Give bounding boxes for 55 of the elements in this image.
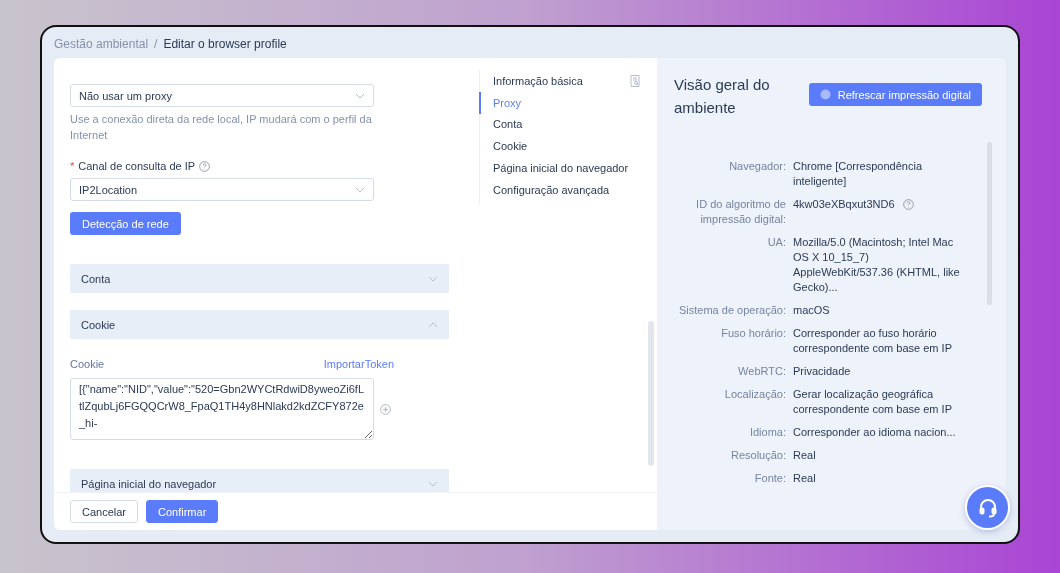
anchor-nav-item[interactable]: Página inicial do navegador (479, 157, 640, 179)
help-icon[interactable] (199, 160, 211, 172)
headset-icon (977, 497, 998, 518)
breadcrumb-separator: / (154, 36, 158, 51)
ip-channel-select[interactable]: IP2Location (70, 178, 374, 201)
overview-title: Visão geral do ambiente (674, 75, 771, 118)
network-detect-button[interactable]: Detecção de rede (70, 212, 181, 235)
info-label: Fuso horário: (720, 326, 786, 341)
chevron-down-icon (428, 480, 438, 487)
help-icon[interactable] (902, 199, 914, 210)
section-header[interactable]: Conta (70, 264, 449, 293)
chevron-down-icon (355, 186, 365, 193)
info-value: macOS (793, 303, 830, 318)
cookie-label: Cookie (70, 358, 105, 370)
anchor-nav-item[interactable]: Configuração avançada (479, 179, 640, 201)
chevron-down-icon (428, 275, 438, 282)
section-header[interactable]: Página inicial do navegador (70, 469, 449, 493)
anchor-nav-item[interactable]: Informação básica (479, 70, 640, 92)
info-value: Real (793, 471, 816, 486)
info-value: Privacidade (793, 364, 851, 379)
import-token-link[interactable]: ImportarToken (323, 358, 394, 370)
confirm-button[interactable]: Confirmar (146, 500, 219, 524)
proxy-type-select[interactable]: Não usar um proxy (70, 84, 374, 107)
info-value: Mozilla/5.0 (Macintosh; Intel Mac OS X 10_15_7) AppleWebKit/537.36 (KHTML, like Gecko)... (793, 235, 961, 295)
info-label: Resolução: (729, 448, 786, 463)
info-label: Sistema de operação: (678, 303, 786, 318)
info-value: 4kw03eXBqxut3ND6 (793, 197, 895, 212)
info-label: WebRTC: (737, 364, 786, 379)
document-search-icon[interactable] (630, 74, 640, 87)
info-label: Navegador: (728, 159, 786, 174)
proxy-hint: Use a conexão direta da rede local, IP mudará com o perfil da Internet (70, 112, 373, 143)
section-header[interactable]: Cookie (70, 310, 449, 339)
info-value: Real (793, 448, 816, 463)
anchor-nav-item[interactable]: Proxy (479, 91, 640, 114)
info-label: Idioma: (748, 425, 786, 440)
info-value: Corresponder ao fuso horário correspondente com base em IP (793, 326, 953, 356)
chevron-up-icon (428, 321, 438, 328)
cookie-field[interactable]: [{"name":"NID","value":"520=Gbn2WYCtRdwiD8yweoZi6fLtlZqubLj6FGQQCrW8_FpaQ1TH4y8HNlakd2kdZCFY872e_hi- (70, 378, 374, 440)
scrollbar[interactable] (648, 321, 654, 466)
info-value: Chrome [Correspondência inteligente] (793, 159, 923, 189)
breadcrumb-item: Editar o browser profile (163, 36, 287, 51)
add-circle-icon[interactable] (380, 403, 391, 415)
info-label: UA: (766, 235, 786, 250)
anchor-nav-item[interactable]: Cookie (479, 135, 640, 158)
chevron-down-icon (355, 92, 365, 99)
field-label: Canal de consulta de IP (78, 160, 196, 172)
info-value: Gerar localização geográfica correspondente com base em IP (793, 387, 953, 417)
info-label: ID do algoritmo de impressão digital: (695, 197, 786, 227)
info-label: Fonte: (753, 471, 786, 486)
cancel-button[interactable]: Cancelar (70, 500, 139, 524)
refresh-fingerprint-button[interactable]: Refrescar impressão digital (808, 83, 982, 106)
required-mark: * (70, 160, 75, 172)
info-value: Corresponder ao idioma nacion... (793, 425, 956, 440)
info-label: Localização: (723, 387, 786, 402)
anchor-nav-item[interactable]: Conta (479, 113, 640, 136)
